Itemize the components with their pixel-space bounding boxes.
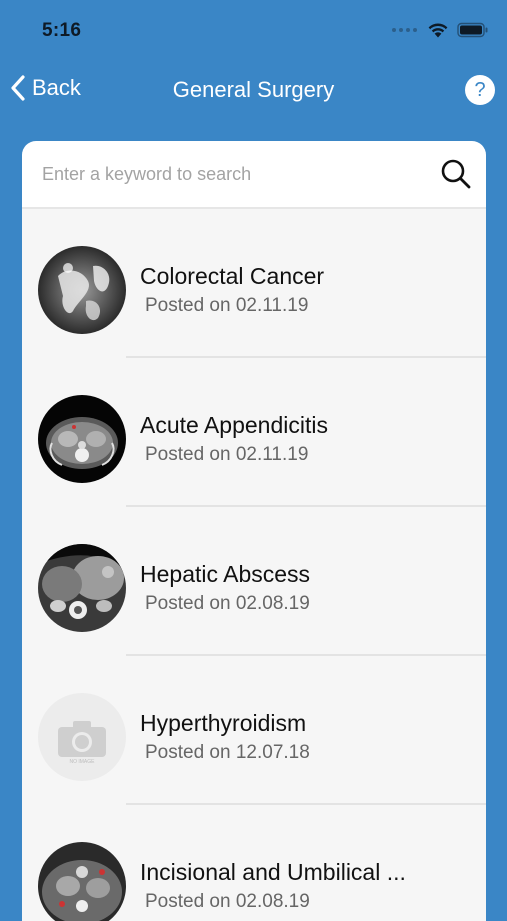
case-date: Posted on 02.11.19 bbox=[145, 444, 309, 465]
search-input[interactable] bbox=[40, 157, 434, 191]
cellular-signal-icon bbox=[392, 28, 417, 32]
navigation-bar: Back General Surgery ? bbox=[0, 62, 507, 118]
case-date: Posted on 12.07.18 bbox=[145, 742, 310, 763]
list-item[interactable]: Hepatic Abscess Posted on 02.08.19 bbox=[22, 507, 486, 656]
search-bar bbox=[22, 141, 486, 209]
help-button[interactable]: ? bbox=[465, 75, 495, 105]
battery-icon bbox=[457, 22, 488, 38]
case-title: Acute Appendicitis bbox=[140, 412, 328, 438]
case-date: Posted on 02.08.19 bbox=[145, 891, 310, 912]
no-image-text: NO IMAGE bbox=[69, 759, 95, 765]
wifi-icon bbox=[428, 23, 448, 38]
case-date: Posted on 02.11.19 bbox=[145, 295, 309, 316]
list-item[interactable]: Colorectal Cancer Posted on 02.11.19 bbox=[22, 209, 486, 358]
status-time: 5:16 bbox=[42, 20, 82, 41]
case-title: Hyperthyroidism bbox=[140, 710, 307, 736]
case-title: Colorectal Cancer bbox=[140, 263, 325, 289]
cases-card: Colorectal Cancer Posted on 02.11.19 bbox=[22, 141, 486, 921]
list-item[interactable]: Acute Appendicitis Posted on 02.11.19 bbox=[22, 358, 486, 507]
case-thumbnail bbox=[38, 842, 126, 921]
case-title: Incisional and Umbilical ... bbox=[140, 859, 406, 885]
status-bar: 5:16 bbox=[0, 0, 507, 60]
search-icon[interactable] bbox=[440, 158, 472, 190]
case-list: Colorectal Cancer Posted on 02.11.19 Acu… bbox=[22, 209, 486, 921]
help-icon: ? bbox=[474, 78, 486, 101]
page-title: General Surgery bbox=[172, 77, 335, 102]
case-thumbnail bbox=[38, 246, 126, 334]
list-item[interactable]: NO IMAGE Hyperthyroidism Posted on 12.07… bbox=[22, 656, 486, 805]
list-item[interactable]: Incisional and Umbilical ... Posted on 0… bbox=[22, 805, 486, 921]
case-thumbnail bbox=[38, 395, 126, 483]
case-date: Posted on 02.08.19 bbox=[145, 593, 310, 614]
status-icons bbox=[392, 22, 489, 38]
case-thumbnail bbox=[38, 544, 126, 632]
case-title: Hepatic Abscess bbox=[140, 561, 311, 587]
case-thumbnail: NO IMAGE bbox=[38, 693, 126, 781]
